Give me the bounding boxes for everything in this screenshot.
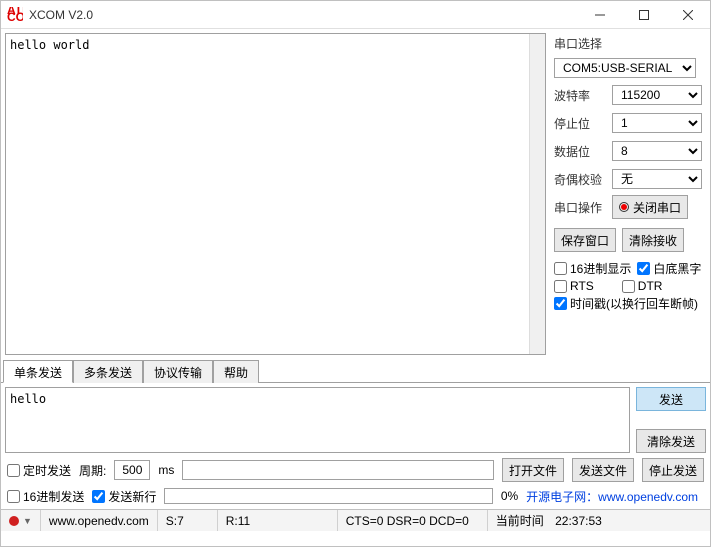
hex-send-checkbox[interactable]: 16进制发送 [7,488,84,505]
open-file-button[interactable]: 打开文件 [502,458,564,482]
save-window-button[interactable]: 保存窗口 [554,228,616,252]
timestamp-checkbox[interactable]: 时间戳(以换行回车断帧) [554,295,698,312]
minimize-button[interactable] [578,1,622,29]
svg-text:COM: COM [7,10,23,23]
maximize-button[interactable] [622,1,666,29]
period-input[interactable] [114,460,150,480]
status-time: 当前时间 22:37:53 [488,510,610,531]
app-logo-icon: ATKCOM [7,7,23,23]
receive-textarea[interactable]: hello world [6,34,545,354]
baud-label: 波特率 [554,87,608,104]
progress-percent: 0% [501,489,518,503]
receive-area: hello world [5,33,546,355]
databits-select[interactable]: 8 [612,141,702,161]
scrollbar[interactable] [529,34,545,354]
tab-help[interactable]: 帮助 [213,360,259,383]
record-icon [619,202,629,212]
portop-label: 串口操作 [554,199,608,216]
send-textarea[interactable]: hello [5,387,630,453]
port-toggle-button[interactable]: 关闭串口 [612,195,688,219]
parity-select[interactable]: 无 [612,169,702,189]
progress-bar [164,488,492,504]
serial-config-panel: 串口选择 COM5:USB-SERIAL 波特率 115200 停止位 1 数据… [550,29,710,359]
status-indicator[interactable]: ▼ [1,510,41,531]
period-label: 周期: [79,462,106,479]
stop-send-button[interactable]: 停止发送 [642,458,704,482]
status-signals: CTS=0 DSR=0 DCD=0 [338,510,488,531]
timed-send-checkbox[interactable]: 定时发送 [7,462,71,479]
status-received: R:11 [218,510,338,531]
dtr-checkbox[interactable]: DTR [622,279,663,293]
rts-checkbox[interactable]: RTS [554,279,594,293]
clear-send-button[interactable]: 清除发送 [636,429,706,453]
port-section-label: 串口选择 [554,35,702,52]
send-file-button[interactable]: 发送文件 [572,458,634,482]
chevron-down-icon: ▼ [23,516,32,526]
titlebar: ATKCOM XCOM V2.0 [1,1,710,29]
link-area: 开源电子网：www.openedv.com [526,488,704,505]
tab-multi-send[interactable]: 多条发送 [73,360,143,383]
baud-select[interactable]: 115200 [612,85,702,105]
port-toggle-label: 关闭串口 [633,199,681,216]
data-label: 数据位 [554,143,608,160]
tab-protocol[interactable]: 协议传输 [143,360,213,383]
openedv-link[interactable]: www.openedv.com [598,490,698,504]
ms-label: ms [158,463,174,477]
status-dot-icon [9,516,19,526]
clear-receive-button[interactable]: 清除接收 [622,228,684,252]
status-site[interactable]: www.openedv.com [41,510,158,531]
send-tabs: 单条发送 多条发送 协议传输 帮助 [1,359,710,383]
stopbits-select[interactable]: 1 [612,113,702,133]
status-bar: ▼ www.openedv.com S:7 R:11 CTS=0 DSR=0 D… [1,509,710,531]
port-select[interactable]: COM5:USB-SERIAL [554,58,696,78]
close-button[interactable] [666,1,710,29]
window-title: XCOM V2.0 [29,8,578,22]
hex-display-checkbox[interactable]: 16进制显示 [554,260,631,277]
stop-label: 停止位 [554,115,608,132]
send-newline-checkbox[interactable]: 发送新行 [92,488,156,505]
white-bg-checkbox[interactable]: 白底黑字 [637,260,701,277]
parity-label: 奇偶校验 [554,171,608,188]
file-path-input[interactable] [182,460,494,480]
send-button[interactable]: 发送 [636,387,706,411]
tab-single-send[interactable]: 单条发送 [3,360,73,383]
status-sent: S:7 [158,510,218,531]
